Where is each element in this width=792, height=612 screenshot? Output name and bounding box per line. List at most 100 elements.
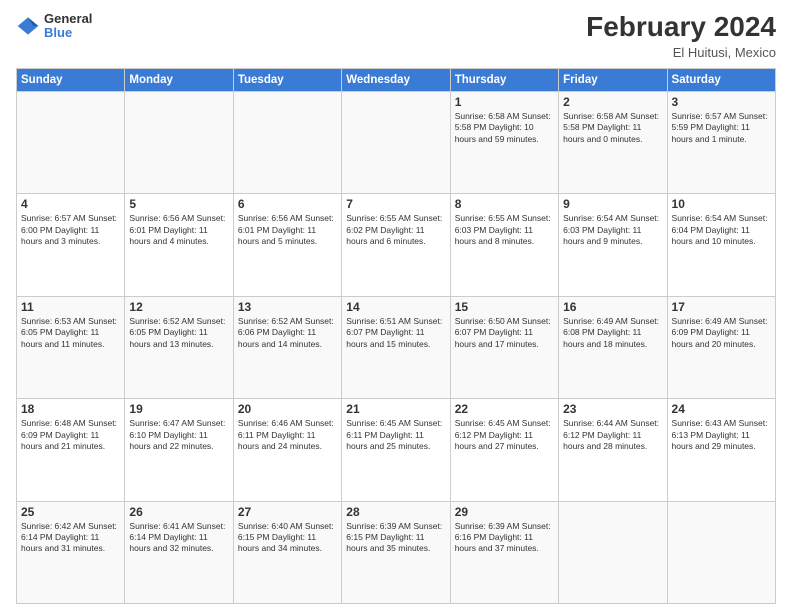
location: El Huitusi, Mexico	[586, 45, 776, 60]
calendar-cell: 4 Sunrise: 6:57 AM Sunset: 6:00 PM Daylig…	[17, 194, 125, 296]
day-info: Sunrise: 6:50 AM Sunset: 6:07 PM Dayligh…	[455, 316, 554, 350]
day-number: 7	[346, 197, 445, 211]
day-number: 1	[455, 95, 554, 109]
day-info: Sunrise: 6:56 AM Sunset: 6:01 PM Dayligh…	[238, 213, 337, 247]
calendar-cell: 12 Sunrise: 6:52 AM Sunset: 6:05 PM Dayli…	[125, 296, 233, 398]
day-number: 24	[672, 402, 771, 416]
calendar-cell: 6Sunrise: 6:56 AM Sunset: 6:01 PM Daylig…	[233, 194, 341, 296]
day-info: Sunrise: 6:54 AM Sunset: 6:03 PM Dayligh…	[563, 213, 662, 247]
calendar-cell: 14 Sunrise: 6:51 AM Sunset: 6:07 PM Dayli…	[342, 296, 450, 398]
day-info: Sunrise: 6:49 AM Sunset: 6:09 PM Dayligh…	[672, 316, 771, 350]
day-info: Sunrise: 6:58 AM Sunset: 5:58 PM Dayligh…	[563, 111, 662, 145]
day-info: Sunrise: 6:43 AM Sunset: 6:13 PM Dayligh…	[672, 418, 771, 452]
day-info: Sunrise: 6:49 AM Sunset: 6:08 PM Dayligh…	[563, 316, 662, 350]
day-info: Sunrise: 6:40 AM Sunset: 6:15 PM Dayligh…	[238, 521, 337, 555]
day-number: 25	[21, 505, 120, 519]
calendar-cell	[17, 91, 125, 193]
calendar-cell: 13Sunrise: 6:52 AM Sunset: 6:06 PM Dayli…	[233, 296, 341, 398]
day-number: 18	[21, 402, 120, 416]
day-number: 4	[21, 197, 120, 211]
day-number: 15	[455, 300, 554, 314]
day-info: Sunrise: 6:58 AM Sunset: 5:58 PM Dayligh…	[455, 111, 554, 145]
logo-icon	[16, 14, 40, 38]
day-info: Sunrise: 6:42 AM Sunset: 6:14 PM Dayligh…	[21, 521, 120, 555]
calendar-cell: 11 Sunrise: 6:53 AM Sunset: 6:05 PM Dayli…	[17, 296, 125, 398]
day-info: Sunrise: 6:52 AM Sunset: 6:05 PM Dayligh…	[129, 316, 228, 350]
day-info: Sunrise: 6:55 AM Sunset: 6:03 PM Dayligh…	[455, 213, 554, 247]
week-row-1: 1 Sunrise: 6:58 AM Sunset: 5:58 PM Daylig…	[17, 91, 776, 193]
day-number: 22	[455, 402, 554, 416]
header-saturday: Saturday	[667, 68, 775, 91]
day-number: 3	[672, 95, 771, 109]
day-number: 14	[346, 300, 445, 314]
calendar-cell: 28 Sunrise: 6:39 AM Sunset: 6:15 PM Dayli…	[342, 501, 450, 603]
header: General Blue February 2024 El Huitusi, M…	[16, 12, 776, 60]
day-info: Sunrise: 6:39 AM Sunset: 6:16 PM Dayligh…	[455, 521, 554, 555]
calendar-cell: 2Sunrise: 6:58 AM Sunset: 5:58 PM Daylig…	[559, 91, 667, 193]
day-info: Sunrise: 6:57 AM Sunset: 6:00 PM Dayligh…	[21, 213, 120, 247]
day-number: 8	[455, 197, 554, 211]
calendar-cell: 20Sunrise: 6:46 AM Sunset: 6:11 PM Dayli…	[233, 399, 341, 501]
calendar-cell: 10 Sunrise: 6:54 AM Sunset: 6:04 PM Dayli…	[667, 194, 775, 296]
day-info: Sunrise: 6:47 AM Sunset: 6:10 PM Dayligh…	[129, 418, 228, 452]
calendar-cell: 29 Sunrise: 6:39 AM Sunset: 6:16 PM Dayli…	[450, 501, 558, 603]
logo-text: General Blue	[44, 12, 92, 41]
calendar-cell: 17Sunrise: 6:49 AM Sunset: 6:09 PM Dayli…	[667, 296, 775, 398]
day-info: Sunrise: 6:45 AM Sunset: 6:12 PM Dayligh…	[455, 418, 554, 452]
header-wednesday: Wednesday	[342, 68, 450, 91]
calendar-cell: 21Sunrise: 6:45 AM Sunset: 6:11 PM Dayli…	[342, 399, 450, 501]
day-number: 23	[563, 402, 662, 416]
month-title: February 2024	[586, 12, 776, 43]
calendar-cell	[125, 91, 233, 193]
calendar-cell: 23Sunrise: 6:44 AM Sunset: 6:12 PM Dayli…	[559, 399, 667, 501]
day-number: 21	[346, 402, 445, 416]
calendar-cell: 16 Sunrise: 6:49 AM Sunset: 6:08 PM Dayli…	[559, 296, 667, 398]
header-monday: Monday	[125, 68, 233, 91]
day-number: 10	[672, 197, 771, 211]
calendar-cell: 18 Sunrise: 6:48 AM Sunset: 6:09 PM Dayli…	[17, 399, 125, 501]
calendar-cell: 8 Sunrise: 6:55 AM Sunset: 6:03 PM Daylig…	[450, 194, 558, 296]
week-row-4: 18 Sunrise: 6:48 AM Sunset: 6:09 PM Dayli…	[17, 399, 776, 501]
calendar-table: SundayMondayTuesdayWednesdayThursdayFrid…	[16, 68, 776, 604]
calendar-cell: 25 Sunrise: 6:42 AM Sunset: 6:14 PM Dayli…	[17, 501, 125, 603]
calendar-cell	[667, 501, 775, 603]
day-number: 20	[238, 402, 337, 416]
day-info: Sunrise: 6:57 AM Sunset: 5:59 PM Dayligh…	[672, 111, 771, 145]
day-info: Sunrise: 6:41 AM Sunset: 6:14 PM Dayligh…	[129, 521, 228, 555]
calendar-cell: 15 Sunrise: 6:50 AM Sunset: 6:07 PM Dayli…	[450, 296, 558, 398]
logo: General Blue	[16, 12, 92, 41]
week-row-2: 4 Sunrise: 6:57 AM Sunset: 6:00 PM Daylig…	[17, 194, 776, 296]
calendar-cell: 19 Sunrise: 6:47 AM Sunset: 6:10 PM Dayli…	[125, 399, 233, 501]
calendar-cell: 5Sunrise: 6:56 AM Sunset: 6:01 PM Daylig…	[125, 194, 233, 296]
logo-general-text: General	[44, 12, 92, 26]
calendar-cell: 24 Sunrise: 6:43 AM Sunset: 6:13 PM Dayli…	[667, 399, 775, 501]
day-info: Sunrise: 6:39 AM Sunset: 6:15 PM Dayligh…	[346, 521, 445, 555]
day-info: Sunrise: 6:53 AM Sunset: 6:05 PM Dayligh…	[21, 316, 120, 350]
day-number: 5	[129, 197, 228, 211]
calendar-header-row: SundayMondayTuesdayWednesdayThursdayFrid…	[17, 68, 776, 91]
day-number: 27	[238, 505, 337, 519]
week-row-5: 25 Sunrise: 6:42 AM Sunset: 6:14 PM Dayli…	[17, 501, 776, 603]
header-tuesday: Tuesday	[233, 68, 341, 91]
header-friday: Friday	[559, 68, 667, 91]
day-number: 9	[563, 197, 662, 211]
calendar-cell: 9 Sunrise: 6:54 AM Sunset: 6:03 PM Daylig…	[559, 194, 667, 296]
day-number: 29	[455, 505, 554, 519]
day-info: Sunrise: 6:54 AM Sunset: 6:04 PM Dayligh…	[672, 213, 771, 247]
day-number: 11	[21, 300, 120, 314]
calendar-cell: 7Sunrise: 6:55 AM Sunset: 6:02 PM Daylig…	[342, 194, 450, 296]
calendar-cell	[233, 91, 341, 193]
calendar-cell: 1 Sunrise: 6:58 AM Sunset: 5:58 PM Daylig…	[450, 91, 558, 193]
day-number: 28	[346, 505, 445, 519]
day-number: 16	[563, 300, 662, 314]
day-number: 19	[129, 402, 228, 416]
day-number: 12	[129, 300, 228, 314]
day-number: 26	[129, 505, 228, 519]
header-right: February 2024 El Huitusi, Mexico	[586, 12, 776, 60]
calendar-cell: 27 Sunrise: 6:40 AM Sunset: 6:15 PM Dayli…	[233, 501, 341, 603]
logo-blue-text: Blue	[44, 26, 92, 40]
day-info: Sunrise: 6:51 AM Sunset: 6:07 PM Dayligh…	[346, 316, 445, 350]
week-row-3: 11 Sunrise: 6:53 AM Sunset: 6:05 PM Dayli…	[17, 296, 776, 398]
header-sunday: Sunday	[17, 68, 125, 91]
day-info: Sunrise: 6:48 AM Sunset: 6:09 PM Dayligh…	[21, 418, 120, 452]
